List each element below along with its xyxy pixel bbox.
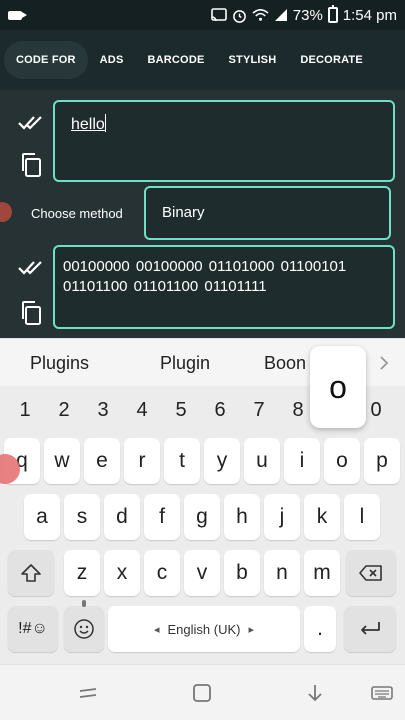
input-text: hello xyxy=(71,116,105,133)
wifi-icon xyxy=(252,9,269,21)
enter-key[interactable] xyxy=(344,606,396,652)
period-key[interactable]: . xyxy=(304,606,336,652)
double-check-icon xyxy=(18,116,42,130)
method-select[interactable]: Binary xyxy=(144,186,391,240)
key-r[interactable]: r xyxy=(124,438,160,484)
key-i[interactable]: i xyxy=(284,438,320,484)
copy-output-button[interactable] xyxy=(16,298,46,328)
key-n[interactable]: n xyxy=(264,550,300,596)
key-e[interactable]: e xyxy=(84,438,120,484)
key-l[interactable]: l xyxy=(344,494,380,540)
select-all-button[interactable] xyxy=(16,108,46,138)
double-check-icon xyxy=(18,261,42,275)
shift-key[interactable] xyxy=(8,550,54,596)
emoji-icon xyxy=(74,619,94,639)
choose-method-label: Choose method xyxy=(31,206,123,221)
tab-bar: CODE FOR ADS BARCODE STYLISH DECORATE xyxy=(0,30,405,90)
text-cursor xyxy=(104,114,106,132)
emoji-key[interactable] xyxy=(64,600,104,652)
language-right-arrow-icon: ▸ xyxy=(248,623,255,636)
tab-decorate[interactable]: DECORATE xyxy=(288,41,375,79)
chevron-right-icon[interactable] xyxy=(375,352,393,374)
key-m[interactable]: m xyxy=(304,550,340,596)
key-x[interactable]: x xyxy=(104,550,140,596)
clock-time: 1:54 pm xyxy=(342,6,397,24)
floating-bubble[interactable] xyxy=(0,202,12,222)
copy-input-button[interactable] xyxy=(16,150,46,180)
key-k[interactable]: k xyxy=(304,494,340,540)
suggestion-2[interactable]: Plugin xyxy=(160,339,210,387)
key-preview-popup: o xyxy=(310,346,366,428)
suggestion-3[interactable]: Boon xyxy=(264,339,306,387)
key-h[interactable]: h xyxy=(224,494,260,540)
key-d[interactable]: d xyxy=(104,494,140,540)
video-recording-icon xyxy=(8,10,27,20)
converter-panel: hello Choose method Binary 00100000 0010… xyxy=(0,90,405,338)
battery-percent: 73% xyxy=(292,6,323,24)
status-bar: 73% 1:54 pm xyxy=(0,0,405,30)
cast-icon xyxy=(210,8,227,22)
copy-icon xyxy=(22,301,41,325)
key-a[interactable]: a xyxy=(24,494,60,540)
key-7[interactable]: 7 xyxy=(242,393,276,427)
home-icon[interactable] xyxy=(190,683,214,703)
recent-apps-icon[interactable] xyxy=(76,683,100,703)
navigation-bar xyxy=(0,664,405,720)
key-t[interactable]: t xyxy=(164,438,200,484)
key-6[interactable]: 6 xyxy=(203,393,237,427)
space-key[interactable]: ◂ English (UK) ▸ xyxy=(108,606,300,652)
tab-ads[interactable]: ADS xyxy=(88,41,136,79)
hide-keyboard-icon[interactable] xyxy=(303,683,327,703)
key-z[interactable]: z xyxy=(64,550,100,596)
copy-icon xyxy=(22,153,41,177)
space-language-label: English (UK) xyxy=(167,621,241,637)
select-all-output-button[interactable] xyxy=(16,253,46,283)
key-2[interactable]: 2 xyxy=(47,393,81,427)
symbols-key[interactable]: !#☺ xyxy=(8,606,58,652)
text-input-field[interactable]: hello xyxy=(53,100,395,182)
key-c[interactable]: c xyxy=(144,550,180,596)
key-g[interactable]: g xyxy=(184,494,220,540)
backspace-icon xyxy=(359,565,382,581)
tab-barcode[interactable]: BARCODE xyxy=(135,41,216,79)
binary-output-field[interactable]: 00100000 00100000 01101000 01100101 0110… xyxy=(53,245,395,329)
key-f[interactable]: f xyxy=(144,494,180,540)
backspace-key[interactable] xyxy=(346,550,396,596)
key-p[interactable]: p xyxy=(364,438,400,484)
key-s[interactable]: s xyxy=(64,494,100,540)
tab-stylish[interactable]: STYLISH xyxy=(217,41,289,79)
key-o[interactable]: o xyxy=(324,438,360,484)
alarm-icon xyxy=(232,9,246,23)
key-1[interactable]: 1 xyxy=(8,393,42,427)
key-4[interactable]: 4 xyxy=(125,393,159,427)
app-screen: 73% 1:54 pm CODE FOR ADS BARCODE STYLISH… xyxy=(0,0,405,720)
suggestion-1[interactable]: Plugins xyxy=(30,339,89,387)
key-y[interactable]: y xyxy=(204,438,240,484)
key-3[interactable]: 3 xyxy=(86,393,120,427)
key-j[interactable]: j xyxy=(264,494,300,540)
key-u[interactable]: u xyxy=(244,438,280,484)
microphone-icon xyxy=(82,600,86,607)
key-b[interactable]: b xyxy=(224,550,260,596)
language-left-arrow-icon: ◂ xyxy=(153,623,160,636)
signal-icon xyxy=(274,9,287,21)
shift-icon xyxy=(21,564,41,582)
keyboard-switch-icon[interactable] xyxy=(370,683,394,703)
key-5[interactable]: 5 xyxy=(164,393,198,427)
battery-icon xyxy=(327,5,338,23)
tab-code-for[interactable]: CODE FOR xyxy=(4,41,88,79)
key-v[interactable]: v xyxy=(184,550,220,596)
enter-icon xyxy=(361,622,380,635)
key-w[interactable]: w xyxy=(44,438,80,484)
